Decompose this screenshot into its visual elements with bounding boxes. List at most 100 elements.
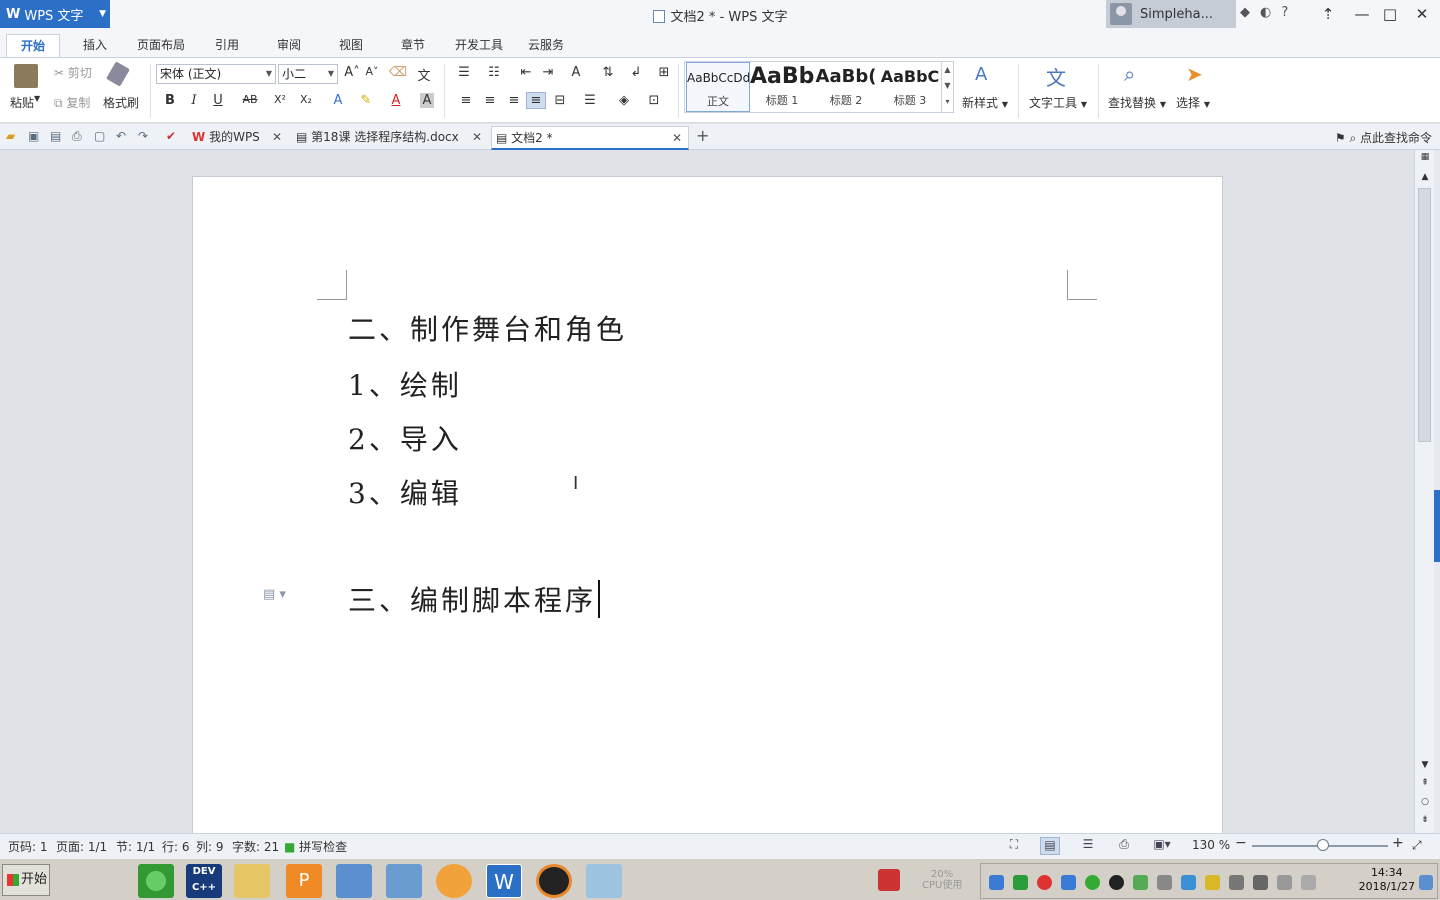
format-painter-button[interactable]: 格式刷 (103, 94, 139, 111)
speaker-icon[interactable] (1301, 875, 1316, 890)
style-gallery-scroll[interactable]: ▲ ▼ ▾ (941, 62, 953, 112)
tab-document2[interactable]: ▤ 文档2 * ✕ (491, 126, 689, 150)
open-icon[interactable]: ▰ (6, 129, 15, 143)
scroll-thumb[interactable] (1418, 188, 1431, 442)
undo-icon[interactable]: ↶ (116, 129, 126, 143)
zoom-out-button[interactable]: − (1235, 835, 1247, 851)
tab-my-wps[interactable]: W 我的WPS ✕ (188, 126, 288, 150)
new-style-button[interactable]: 新样式 ▼ (962, 94, 1008, 111)
browse-object-icon[interactable]: ○ (1415, 797, 1435, 807)
next-page-icon[interactable]: ⇟ (1415, 815, 1435, 825)
border-icon[interactable]: ⊡ (644, 93, 664, 108)
text-effect-icon[interactable]: A (328, 93, 348, 108)
split-icon[interactable]: ▦ (1415, 152, 1435, 162)
show-desktop-icon[interactable] (1419, 875, 1433, 890)
align-left-icon[interactable]: ≡ (456, 93, 476, 108)
cut-button[interactable]: ✂ 剪切 (54, 64, 92, 81)
tab-developer[interactable]: 开发工具 (450, 34, 508, 58)
spell-check-toggle[interactable]: ■ 拼写检查 (284, 838, 347, 855)
sort-icon[interactable]: ⇅ (598, 65, 618, 80)
wps-writer-icon[interactable]: W (486, 864, 522, 898)
scratch-cat-icon[interactable] (436, 864, 472, 898)
italic-button[interactable]: I (184, 93, 204, 108)
subscript-button[interactable]: X₂ (296, 93, 316, 106)
justify-icon[interactable]: ≡ (526, 92, 546, 109)
system-clock[interactable]: 14:34 2018/1/27 (1359, 866, 1415, 894)
skin-icon[interactable]: ◐ (1260, 5, 1271, 20)
show-marks-icon[interactable]: ↲ (626, 65, 646, 80)
tab-review[interactable]: 审阅 (268, 34, 310, 58)
print-icon[interactable]: ⎙ (72, 129, 82, 144)
screen-recorder-icon[interactable] (536, 864, 572, 898)
line-spacing-icon[interactable]: ☰ (580, 93, 600, 108)
new-tab-button[interactable]: + (696, 126, 709, 145)
paste-button[interactable]: 粘贴 (10, 94, 34, 111)
find-replace-button[interactable]: 查找替换 ▼ (1108, 94, 1166, 111)
doc-heading-2[interactable]: 二、制作舞台和角色 (348, 308, 627, 348)
tab-start[interactable]: 开始 (6, 34, 60, 58)
fullscreen-view-button[interactable]: ⛶ (1004, 837, 1024, 855)
font-size-select[interactable]: 小二 ▼ (278, 64, 338, 84)
shrink-font-button[interactable]: A˅ (362, 65, 382, 78)
grow-font-button[interactable]: A˄ (342, 65, 362, 80)
close-icon[interactable]: ✕ (272, 126, 282, 148)
customize-toolbar-icon[interactable]: ✔ (166, 129, 176, 143)
presentation-icon[interactable]: P (286, 864, 322, 898)
tray-security-icon[interactable] (1205, 875, 1220, 890)
zoom-slider-knob[interactable] (1317, 839, 1329, 851)
status-word-count[interactable]: 字数: 21 (232, 838, 279, 855)
tab-cloud[interactable]: 云服务 (522, 34, 570, 58)
bullet-list-icon[interactable]: ☰ (454, 65, 474, 80)
phonetic-guide-icon[interactable]: 文 (414, 65, 434, 84)
strikethrough-button[interactable]: AB (238, 93, 262, 106)
export-pdf-icon[interactable]: ▤ (50, 129, 61, 143)
tray-device-icon[interactable] (1277, 875, 1292, 890)
style-heading-3[interactable]: AaBbC 标题 3 (878, 62, 942, 112)
tab-view[interactable]: 视图 (330, 34, 372, 58)
eraser-app-icon[interactable] (586, 864, 622, 898)
underline-button[interactable]: U (208, 93, 228, 108)
doc-heading-3[interactable]: 三、编制脚本程序 (348, 579, 601, 619)
save-icon[interactable]: ▣ (28, 129, 39, 143)
tray-app-icon[interactable] (989, 875, 1004, 890)
volume-icon[interactable] (1253, 875, 1268, 890)
close-icon[interactable]: ✕ (472, 126, 482, 148)
char-shading-icon[interactable]: A (420, 93, 434, 108)
tray-refresh-icon[interactable] (1085, 875, 1100, 890)
user-account[interactable]: Simpleha... (1106, 0, 1236, 28)
tab-insert[interactable]: 插入 (74, 34, 116, 58)
eye-protect-button[interactable]: ▣▾ (1152, 837, 1172, 855)
doc-item-2[interactable]: 2、导入 (348, 418, 462, 458)
select-button[interactable]: 选择 ▼ (1176, 94, 1210, 111)
superscript-button[interactable]: X² (270, 93, 290, 106)
print-preview-icon[interactable]: ▢ (94, 129, 105, 143)
document-page[interactable]: 二、制作舞台和角色 1、绘制 2、导入 3、编辑 三、编制脚本程序 I ▤ ▾ (192, 176, 1223, 833)
tab-chapter[interactable]: 章节 (392, 34, 434, 58)
find-command-box[interactable]: ⚑ ⌕ 点此查找命令 (1335, 129, 1432, 146)
tray-network-icon[interactable] (1013, 875, 1028, 890)
table-icon[interactable]: ⊞ (654, 65, 674, 80)
tray-check-icon[interactable] (1133, 875, 1148, 890)
refresh-app-icon[interactable] (138, 864, 174, 898)
increase-indent-icon[interactable]: ⇥ (538, 65, 558, 80)
tray-users-icon[interactable] (1157, 875, 1172, 890)
numbered-list-icon[interactable]: ☷ (484, 65, 504, 80)
collapse-ribbon-button[interactable]: ⇡ (1316, 3, 1340, 25)
bold-button[interactable]: B (160, 93, 180, 108)
style-normal[interactable]: AaBbCcDd 正文 (686, 62, 750, 112)
tab-lesson18-docx[interactable]: ▤ 第18课 选择程序结构.docx ✕ (292, 126, 488, 150)
zoom-in-button[interactable]: + (1392, 835, 1404, 851)
devcpp-icon[interactable]: DEV C++ (186, 864, 222, 898)
tray-tools-icon[interactable] (1229, 875, 1244, 890)
char-scale-icon[interactable]: A (566, 65, 586, 80)
start-button[interactable]: 开始 (2, 864, 50, 896)
align-right-icon[interactable]: ≡ (504, 93, 524, 108)
tab-page-layout[interactable]: 页面布局 (130, 34, 192, 58)
doc-item-1[interactable]: 1、绘制 (348, 364, 462, 404)
page-view-button[interactable]: ▤ (1040, 837, 1060, 855)
tab-references[interactable]: 引用 (206, 34, 248, 58)
tray-bird-icon[interactable] (1181, 875, 1196, 890)
font-color-icon[interactable]: A (386, 93, 406, 108)
close-icon[interactable]: ✕ (672, 127, 682, 149)
font-name-select[interactable]: 宋体 (正文) ▼ (156, 64, 276, 84)
